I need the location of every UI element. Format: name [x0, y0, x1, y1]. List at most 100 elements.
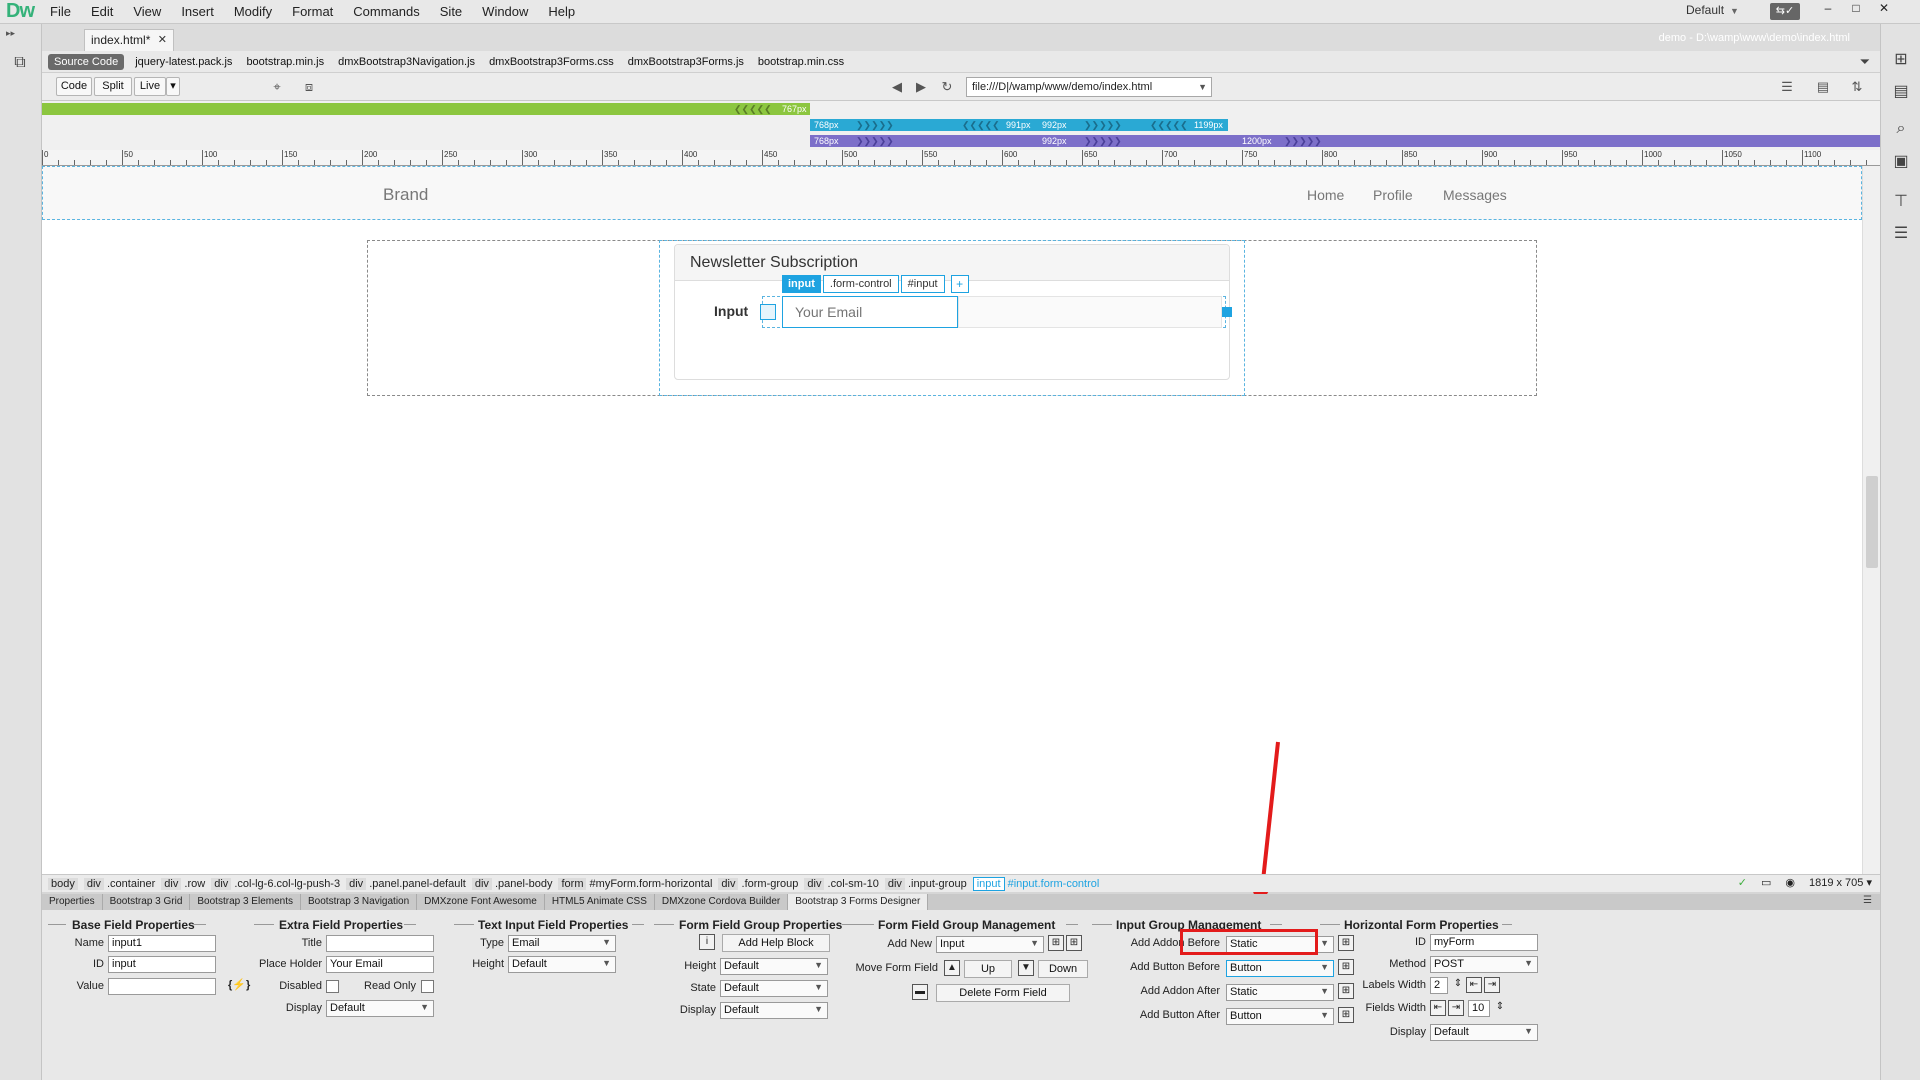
stepper-icon[interactable]: ⇕	[1450, 977, 1466, 993]
resize-handle[interactable]	[1222, 307, 1232, 317]
disabled-checkbox[interactable]	[326, 980, 339, 993]
snippets-panel-icon[interactable]: ☰	[1888, 220, 1914, 246]
refresh-icon[interactable]: ↻	[938, 78, 956, 96]
breadcrumb-item[interactable]: div .form-group	[718, 877, 798, 890]
hud-tag-name[interactable]: input	[782, 275, 821, 293]
live-view-button[interactable]: Live	[134, 77, 166, 96]
stepper-icon[interactable]: ⇕	[1492, 1000, 1508, 1016]
menu-site[interactable]: Site	[430, 0, 472, 24]
button-after-select[interactable]: Button ▼	[1226, 1008, 1334, 1025]
id-field[interactable]: input	[108, 956, 216, 973]
maximize-button[interactable]: □	[1844, 0, 1868, 18]
display-select[interactable]: Default ▼	[326, 1000, 434, 1017]
panel-menu-icon[interactable]: ☰	[1863, 895, 1872, 906]
minimize-button[interactable]: –	[1816, 0, 1840, 18]
related-file-source-code[interactable]: Source Code	[48, 53, 125, 70]
sync-settings-button[interactable]: ⇆✓	[1770, 3, 1800, 20]
readonly-checkbox[interactable]	[421, 980, 434, 993]
breadcrumb-item[interactable]: div .container	[83, 877, 155, 890]
button-before-select[interactable]: Button ▼	[1226, 960, 1334, 977]
move-down-button[interactable]: Down	[1038, 960, 1088, 978]
tab-font-awesome[interactable]: DMXzone Font Awesome	[417, 894, 545, 910]
form-field-label[interactable]: Input	[714, 303, 748, 319]
breadcrumb-item[interactable]: div .panel-body	[471, 877, 552, 890]
assets-panel-icon[interactable]: ▣	[1888, 148, 1914, 174]
vertical-scrollbar[interactable]	[1862, 166, 1880, 874]
breadcrumb-item[interactable]: body	[48, 877, 78, 890]
window-size[interactable]: 1819 x 705 ▾	[1809, 876, 1872, 889]
live-code-icon[interactable]: ⧈	[300, 78, 318, 96]
group-height-select[interactable]: Default ▼	[720, 958, 828, 975]
increase-width-icon[interactable]: ⇥	[1484, 977, 1500, 993]
labels-width-field[interactable]: 2	[1430, 977, 1448, 994]
sort-icon[interactable]: ⇅	[1848, 78, 1866, 96]
menu-insert[interactable]: Insert	[171, 0, 224, 24]
breadcrumb-item[interactable]: div .col-lg-6.col-lg-push-3	[211, 877, 340, 890]
related-file[interactable]: bootstrap.min.css	[751, 56, 851, 68]
related-file[interactable]: bootstrap.min.js	[239, 56, 331, 68]
insert-before-icon[interactable]: ⊞	[1048, 935, 1064, 951]
arrow-up-icon[interactable]: ▲	[944, 960, 960, 976]
method-select[interactable]: POST ▼	[1430, 956, 1538, 973]
name-field[interactable]: input1	[108, 935, 216, 952]
media-query-bar[interactable]: 767px ❮❮❮❮❮	[42, 103, 810, 115]
split-view-button[interactable]: Split	[94, 77, 132, 96]
state-select[interactable]: Default ▼	[720, 980, 828, 997]
forward-arrow-icon[interactable]: ▶	[912, 78, 930, 96]
related-file[interactable]: dmxBootstrap3Forms.js	[621, 56, 751, 68]
breadcrumb-item[interactable]: div .row	[161, 877, 205, 890]
chevron-down-icon[interactable]: ▼	[1198, 78, 1207, 96]
breadcrumb-item[interactable]: form #myForm.form-horizontal	[558, 877, 712, 890]
breadcrumb-item[interactable]: div .input-group	[884, 877, 967, 890]
insert-panel-icon[interactable]: ⊞	[1888, 46, 1914, 72]
placeholder-field[interactable]: Your Email	[326, 956, 434, 973]
hud-add-button[interactable]: +	[950, 275, 969, 293]
live-view-canvas[interactable]: Brand Home Profile Messages Newsletter S…	[42, 166, 1880, 874]
column-resize-handle[interactable]	[760, 304, 776, 320]
expand-panels-icon[interactable]: ▸▸	[6, 28, 15, 39]
addon-after-select[interactable]: Static ▼	[1226, 984, 1334, 1001]
document-tab[interactable]: index.html* ✕	[84, 29, 174, 51]
live-view-dropdown[interactable]: ▾	[166, 77, 180, 96]
device-preview-icon[interactable]: ▭	[1761, 876, 1771, 889]
form-id-field[interactable]: myForm	[1430, 934, 1538, 951]
css-designer-icon[interactable]: ▤	[1888, 78, 1914, 104]
decrease-field-width-icon[interactable]: ⇤	[1430, 1000, 1446, 1016]
files-panel-icon[interactable]: ⊤	[1888, 188, 1914, 214]
tab-forms-designer[interactable]: Bootstrap 3 Forms Designer	[788, 894, 929, 910]
increase-field-width-icon[interactable]: ⇥	[1448, 1000, 1464, 1016]
close-window-button[interactable]: ✕	[1872, 0, 1896, 18]
menu-window[interactable]: Window	[472, 0, 538, 24]
menu-modify[interactable]: Modify	[224, 0, 282, 24]
insert-after-icon[interactable]: ⊞	[1066, 935, 1082, 951]
nav-link-profile[interactable]: Profile	[1373, 187, 1413, 203]
dom-panel-icon[interactable]: ⧉	[7, 50, 33, 76]
filter-icon[interactable]: ⏷	[1860, 54, 1870, 70]
decrease-width-icon[interactable]: ⇤	[1466, 977, 1482, 993]
format-source-icon[interactable]: ☰	[1778, 78, 1796, 96]
menu-commands[interactable]: Commands	[343, 0, 429, 24]
back-arrow-icon[interactable]: ◀	[888, 78, 906, 96]
title-field[interactable]	[326, 935, 434, 952]
globe-icon[interactable]: ◉	[1785, 876, 1795, 889]
breadcrumb-item[interactable]: div .panel.panel-default	[346, 877, 466, 890]
breadcrumb-item-active[interactable]: input #input.form-control	[972, 876, 1099, 891]
code-view-button[interactable]: Code	[56, 77, 92, 96]
email-input[interactable]	[782, 296, 958, 328]
type-select[interactable]: Email ▼	[508, 935, 616, 952]
menu-format[interactable]: Format	[282, 0, 343, 24]
hud-id-selector[interactable]: #input	[900, 275, 945, 293]
value-field[interactable]	[108, 978, 216, 995]
info-icon[interactable]: i	[699, 934, 715, 950]
tab-properties[interactable]: Properties	[42, 894, 103, 910]
menu-edit[interactable]: Edit	[81, 0, 123, 24]
tab-animate-css[interactable]: HTML5 Animate CSS	[545, 894, 655, 910]
move-up-button[interactable]: Up	[964, 960, 1012, 978]
media-query-bar[interactable]: 768px ❯❯❯❯❯ 992px ❯❯❯❯❯ 1200px ❯❯❯❯❯	[810, 135, 1880, 147]
arrow-down-icon[interactable]: ▼	[1018, 960, 1034, 976]
workspace-switcher[interactable]: Default ▼	[1686, 3, 1739, 17]
height-select[interactable]: Default ▼	[508, 956, 616, 973]
navbar-brand[interactable]: Brand	[383, 185, 428, 205]
tab-bootstrap-elements[interactable]: Bootstrap 3 Elements	[190, 894, 301, 910]
related-file[interactable]: dmxBootstrap3Navigation.js	[331, 56, 482, 68]
